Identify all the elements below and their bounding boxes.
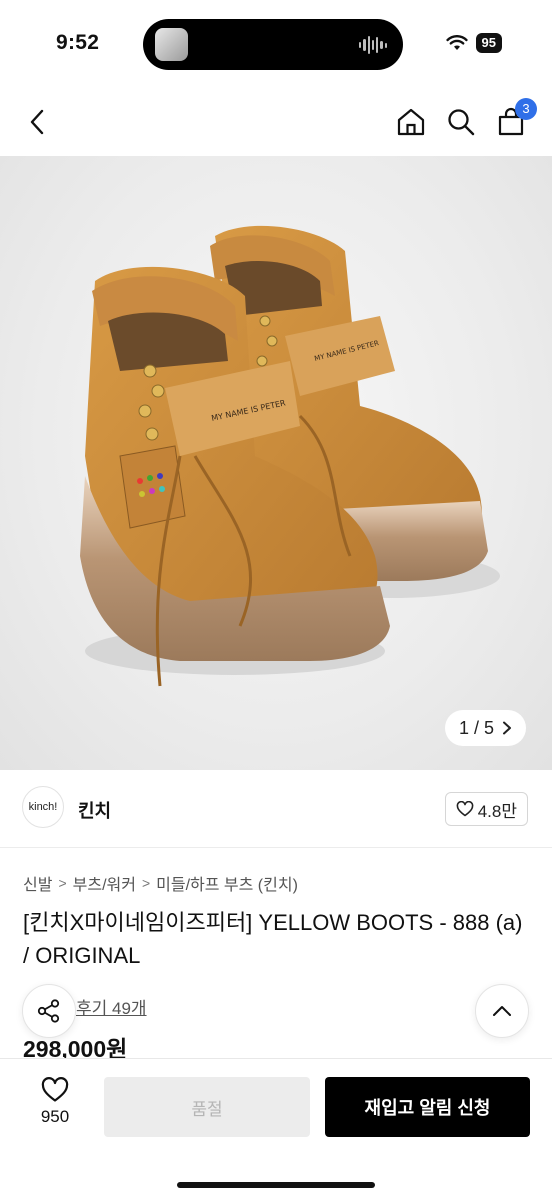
- breadcrumb-item[interactable]: 신발: [23, 871, 52, 895]
- soldout-button: 품절: [104, 1077, 310, 1137]
- chevron-right-icon: >: [58, 875, 67, 891]
- brand-row: kinch! 킨치 4.8만: [0, 770, 552, 848]
- heart-icon: [456, 801, 474, 817]
- app-header: 3: [0, 88, 552, 156]
- search-icon: [448, 109, 475, 136]
- status-bar: 9:52 95: [0, 0, 552, 88]
- heart-icon: [41, 1077, 69, 1102]
- chevron-left-icon: [30, 109, 44, 135]
- cart-button[interactable]: 3: [491, 98, 537, 142]
- brand-name[interactable]: 킨치: [78, 797, 111, 823]
- brand-like-button[interactable]: 4.8만: [444, 792, 528, 826]
- scroll-top-button[interactable]: [475, 984, 529, 1038]
- product-title: [킨치X마이네임이즈피터] YELLOW BOOTS - 888 (a) / O…: [23, 910, 523, 968]
- battery-indicator: 95: [475, 33, 502, 53]
- status-indicators: 95: [445, 33, 502, 53]
- breadcrumb: 신발 > 부츠/워커 > 미들/하프 부츠 (킨치): [23, 871, 298, 895]
- breadcrumb-item[interactable]: 부츠/워커: [73, 871, 136, 895]
- audio-wave-icon: [359, 34, 387, 56]
- brand-like-count: 4.8만: [477, 801, 517, 821]
- image-counter[interactable]: 1 / 5: [444, 710, 526, 746]
- brand-logo[interactable]: kinch!: [22, 786, 64, 828]
- share-icon: [37, 999, 60, 1023]
- now-playing-thumbnail: [155, 28, 188, 61]
- restock-alert-button[interactable]: 재입고 알림 신청: [325, 1077, 530, 1137]
- bottom-action-bar: 950 품절 재입고 알림 신청: [0, 1058, 552, 1200]
- cart-count-badge: 3: [515, 98, 537, 120]
- wishlist-button[interactable]: 950: [22, 1077, 88, 1127]
- chevron-up-icon: [493, 1006, 511, 1016]
- search-button[interactable]: [441, 102, 481, 142]
- boots-product-image: MY NAME IS PETER MY NAME IS PETER: [80, 225, 500, 687]
- wifi-icon: [445, 35, 468, 50]
- breadcrumb-item[interactable]: 미들/하프 부츠 (킨치): [156, 871, 298, 895]
- home-button[interactable]: [391, 102, 431, 142]
- wishlist-count: 950: [40, 1107, 70, 1126]
- product-image-gallery[interactable]: MY NAME IS PETER MY NAME IS PETER 1 / 5: [0, 156, 552, 770]
- chevron-right-icon: >: [141, 875, 151, 891]
- dynamic-island: [143, 19, 403, 70]
- chevron-right-icon: [503, 721, 511, 735]
- home-indicator: [177, 1182, 375, 1188]
- back-button[interactable]: [18, 102, 58, 142]
- status-time: 9:52: [56, 31, 100, 54]
- share-button[interactable]: [22, 984, 76, 1038]
- image-counter-text: 1 / 5: [458, 717, 494, 738]
- review-link[interactable]: 후기 49개: [76, 994, 147, 1019]
- home-icon: [397, 108, 425, 136]
